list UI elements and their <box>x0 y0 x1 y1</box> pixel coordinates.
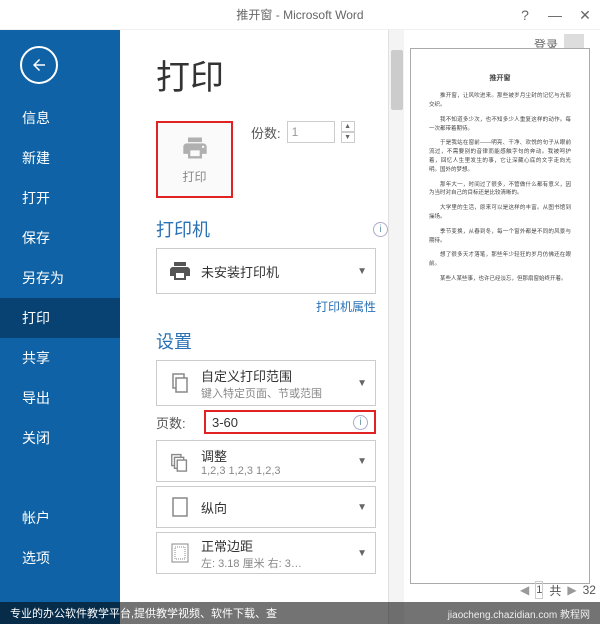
printer-properties-link[interactable]: 打印机属性 <box>316 300 376 314</box>
watermark-bar: 专业的办公软件教学平台,提供教学视频、软件下载、查 jiaocheng.chaz… <box>0 602 600 624</box>
page-title: 打印 <box>156 50 388 99</box>
info-icon[interactable]: i <box>353 415 368 430</box>
help-button[interactable]: ? <box>510 0 540 30</box>
print-button-label: 打印 <box>182 168 206 185</box>
chevron-down-icon: ▼ <box>357 266 367 277</box>
chevron-down-icon: ▼ <box>357 456 367 467</box>
page-current-input[interactable]: 1 <box>535 581 543 599</box>
sidebar-item-saveas[interactable]: 另存为 <box>0 258 120 298</box>
sidebar-item-info[interactable]: 信息 <box>0 98 120 138</box>
info-icon[interactable]: i <box>373 222 388 237</box>
print-settings-column: 打印 打印 份数: 1 ▲ ▼ 打印机 i <box>120 30 388 624</box>
copies-up-button[interactable]: ▲ <box>341 121 355 132</box>
arrow-left-icon <box>30 56 48 74</box>
close-button[interactable]: ✕ <box>570 0 600 30</box>
printer-section-title: 打印机 i <box>156 216 388 242</box>
portrait-icon <box>165 492 195 522</box>
sidebar-item-share[interactable]: 共享 <box>0 338 120 378</box>
minimize-button[interactable]: — <box>540 0 570 30</box>
page-prev-button[interactable]: ◀ <box>520 581 529 599</box>
sidebar-item-close[interactable]: 关闭 <box>0 418 120 458</box>
orientation-select[interactable]: 纵向 ▼ <box>156 486 376 528</box>
pages-icon <box>165 368 195 398</box>
back-button[interactable] <box>20 46 58 84</box>
titlebar-title: 推开窗 - Microsoft Word <box>236 6 363 23</box>
collate-icon <box>165 446 195 476</box>
copies-down-button[interactable]: ▼ <box>341 132 355 143</box>
pages-label: 页数: <box>156 413 196 432</box>
backstage-sidebar: 信息 新建 打开 保存 另存为 打印 共享 导出 关闭 帐户 选项 <box>0 30 120 624</box>
collate-select[interactable]: 调整 1,2,3 1,2,3 1,2,3 ▼ <box>156 440 376 482</box>
copies-label: 份数: <box>251 123 281 142</box>
margins-select[interactable]: 正常边距 左: 3.18 厘米 右: 3… ▼ <box>156 532 376 574</box>
settings-scrollbar[interactable] <box>388 30 404 624</box>
preview-footer: ◀ 1 共 ▶ 32 <box>520 578 592 602</box>
print-range-select[interactable]: 自定义打印范围 键入特定页面、节或范围 ▼ <box>156 360 376 406</box>
printer-select[interactable]: 未安装打印机 ▼ <box>156 248 376 294</box>
printer-name: 未安装打印机 <box>201 262 357 281</box>
copies-input[interactable]: 1 <box>287 121 335 143</box>
copies-field: 份数: 1 ▲ ▼ <box>251 121 355 143</box>
sidebar-item-account[interactable]: 帐户 <box>0 498 120 538</box>
sidebar-item-print[interactable]: 打印 <box>0 298 120 338</box>
titlebar: 推开窗 - Microsoft Word ? — ✕ <box>0 0 600 30</box>
printer-icon <box>180 134 210 162</box>
chevron-down-icon: ▼ <box>357 548 367 559</box>
settings-section-title: 设置 <box>156 328 388 354</box>
pages-input[interactable]: 3-60 i <box>204 410 376 434</box>
page-total-label: 共 <box>549 582 561 599</box>
window-controls: ? — ✕ <box>510 0 600 30</box>
page-next-button[interactable]: ▶ <box>567 581 576 599</box>
sidebar-item-save[interactable]: 保存 <box>0 218 120 258</box>
chevron-down-icon: ▼ <box>357 502 367 513</box>
sidebar-item-export[interactable]: 导出 <box>0 378 120 418</box>
printer-device-icon <box>165 256 195 286</box>
zoom-value: 32 <box>583 583 596 597</box>
print-preview: 推开窗 推开窗，让风吹进来。那些被岁月尘封的记忆与光影交织。 我不知道多少次，也… <box>388 30 600 624</box>
preview-page: 推开窗 推开窗，让风吹进来。那些被岁月尘封的记忆与光影交织。 我不知道多少次，也… <box>410 48 590 584</box>
sidebar-item-new[interactable]: 新建 <box>0 138 120 178</box>
sidebar-item-options[interactable]: 选项 <box>0 538 120 578</box>
chevron-down-icon: ▼ <box>357 378 367 389</box>
print-button[interactable]: 打印 <box>156 121 233 198</box>
margins-icon <box>165 538 195 568</box>
sidebar-item-open[interactable]: 打开 <box>0 178 120 218</box>
